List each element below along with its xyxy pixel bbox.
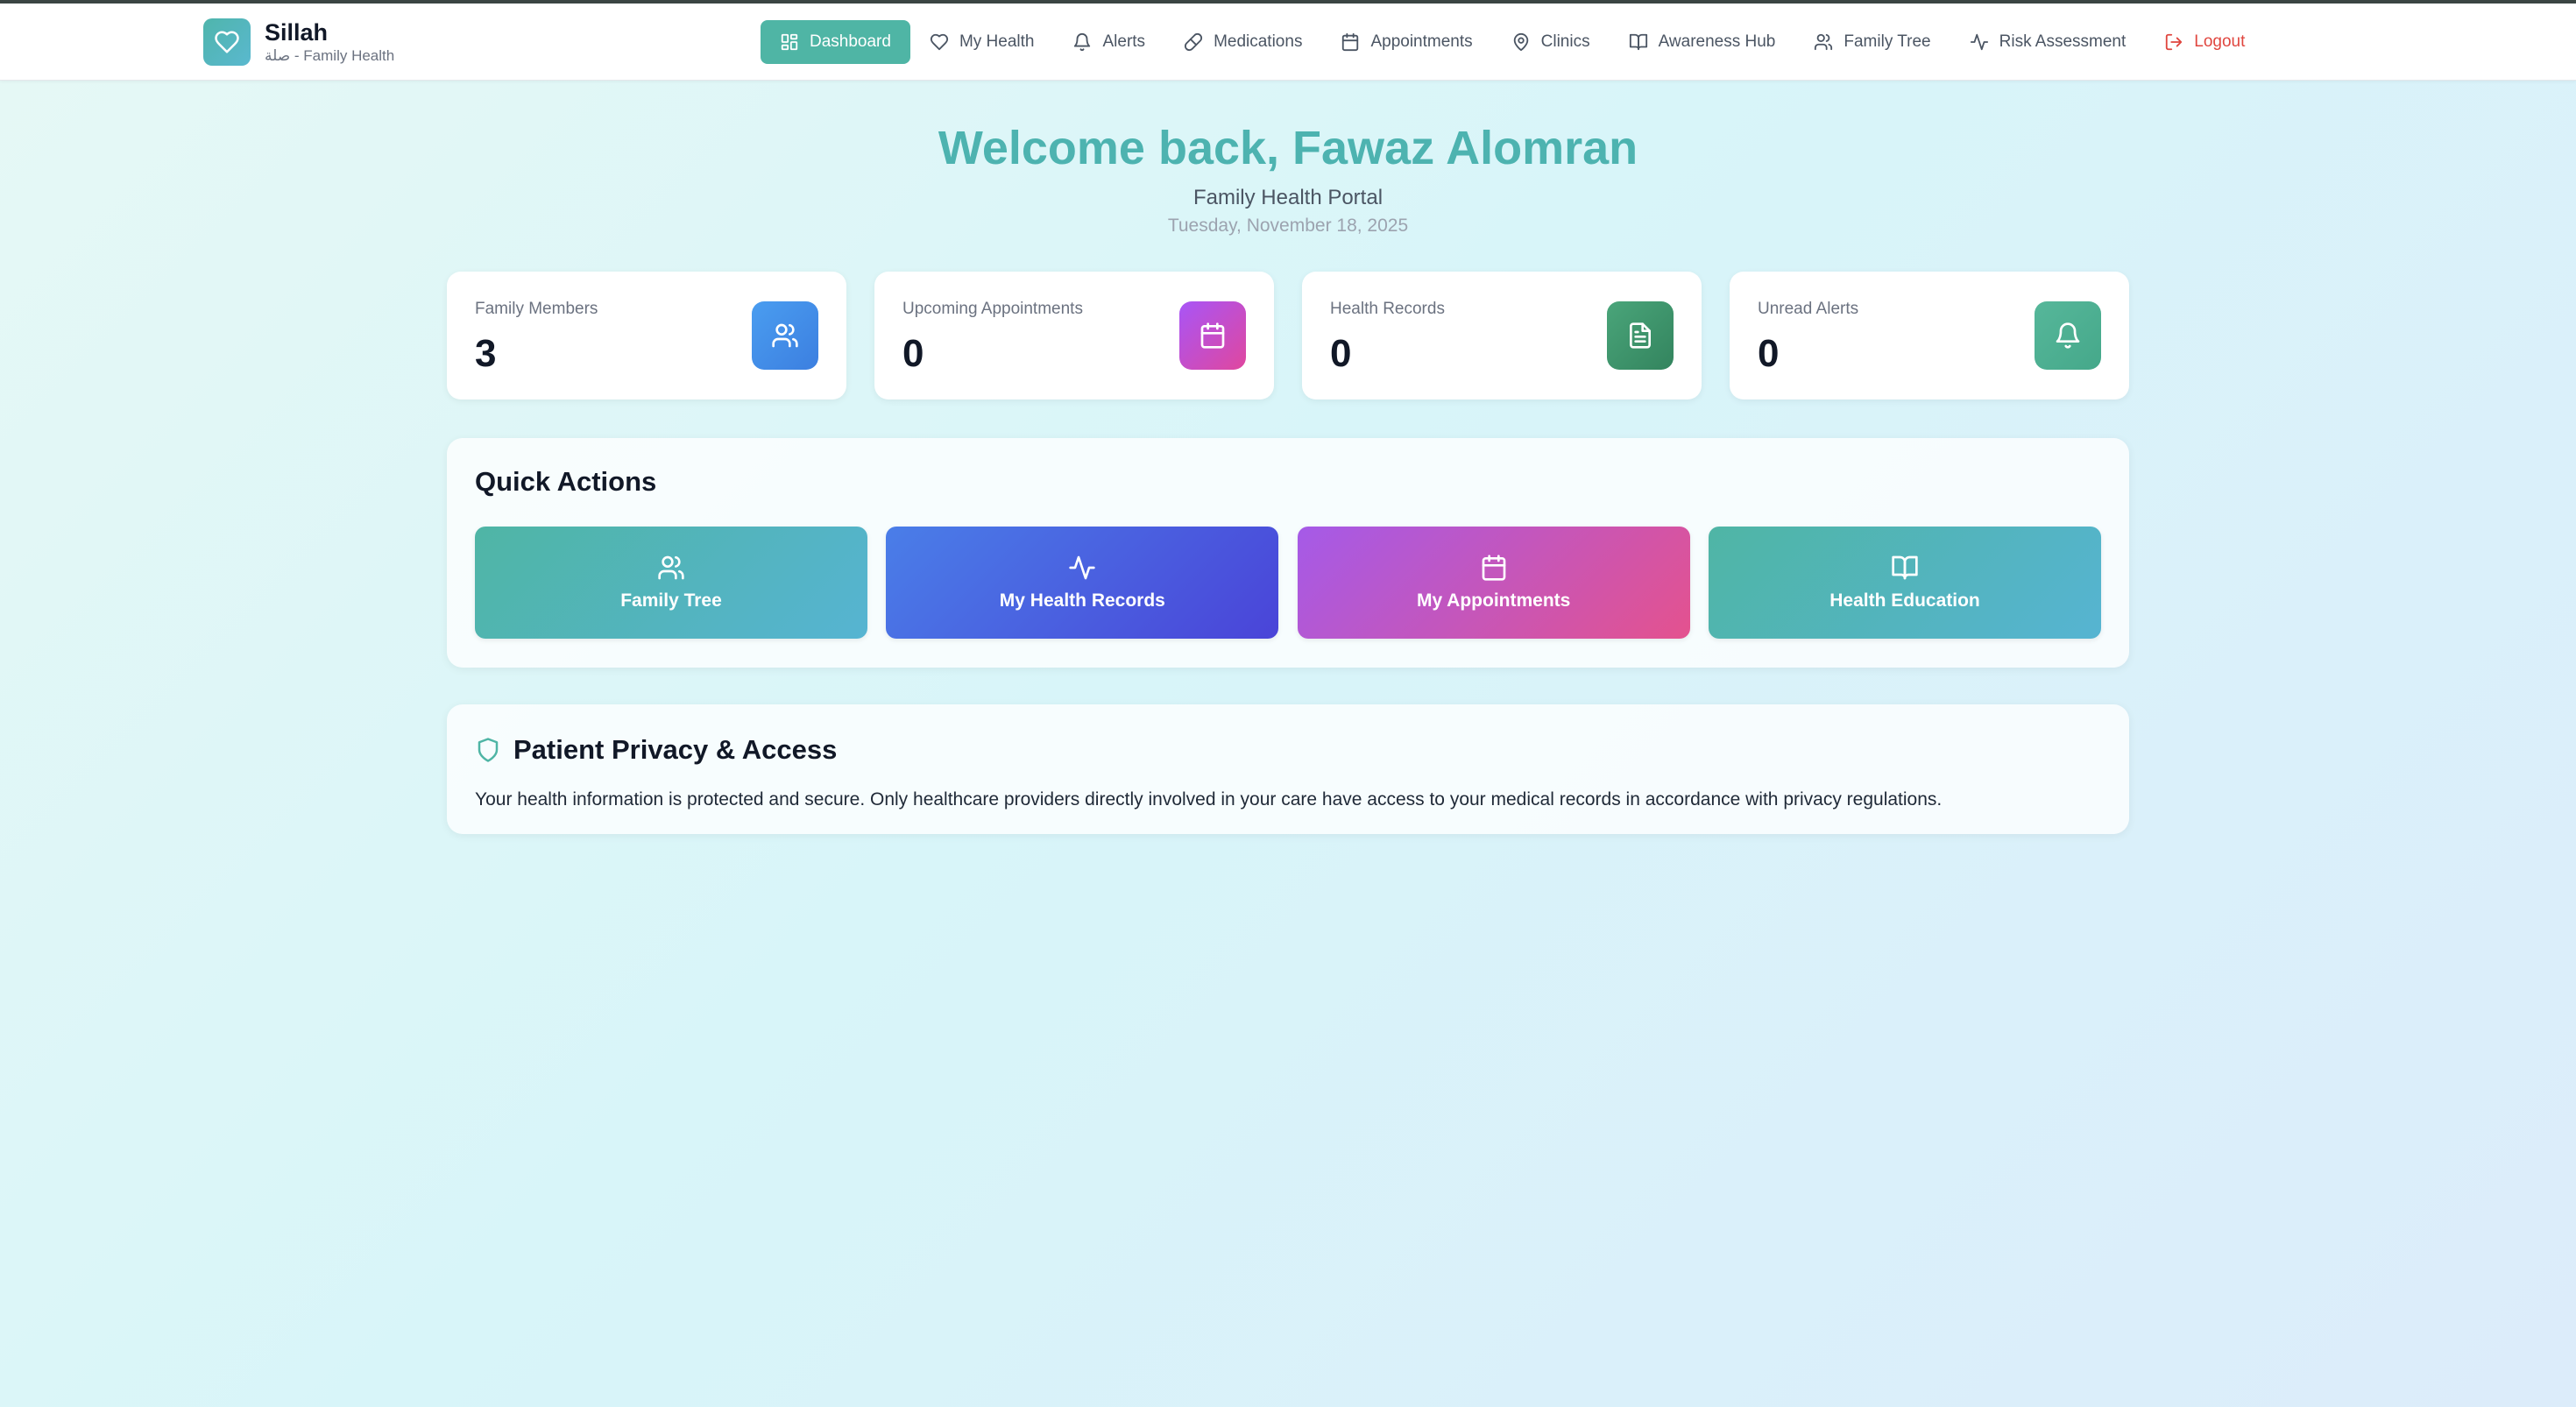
stat-icon-badge (1179, 301, 1246, 370)
map-pin-icon (1513, 32, 1528, 52)
nav-medications[interactable]: Medications (1164, 20, 1321, 64)
nav-my-health[interactable]: My Health (910, 20, 1054, 64)
stat-label: Unread Alerts (1758, 300, 1859, 318)
activity-icon (1970, 33, 1988, 51)
stat-label: Health Records (1330, 300, 1445, 318)
heart-icon (930, 33, 949, 51)
quick-actions-title: Quick Actions (475, 466, 657, 497)
nav-risk-assessment-label: Risk Assessment (1999, 32, 2127, 51)
nav-appointments-label: Appointments (1370, 32, 1473, 51)
current-date: Tuesday, November 18, 2025 (1167, 216, 1409, 236)
nav-clinics[interactable]: Clinics (1492, 20, 1610, 64)
my-health-records-button[interactable]: My Health Records (886, 527, 1279, 639)
stat-value: 3 (475, 332, 497, 375)
health-education-button[interactable]: Health Education (1708, 527, 2101, 639)
bell-icon (2056, 322, 2080, 349)
main-nav: Dashboard My Health Alerts Medications A… (761, 20, 2264, 64)
stat-value: 0 (1758, 332, 1780, 375)
privacy-card: Patient Privacy & Access Your health inf… (447, 704, 2129, 834)
stat-value: 0 (1330, 332, 1352, 375)
heart-icon (215, 31, 239, 53)
privacy-text: Your health information is protected and… (475, 789, 1943, 810)
calendar-icon (1200, 322, 1225, 349)
stat-icon-badge (1607, 301, 1674, 370)
nav-logout-label: Logout (2194, 32, 2246, 51)
stat-card-upcoming-appointments: Upcoming Appointments 0 (874, 272, 1274, 399)
stat-label: Upcoming Appointments (902, 300, 1083, 318)
welcome-section: Welcome back, Fawaz Alomran Family Healt… (0, 116, 2576, 238)
nav-alerts-label: Alerts (1102, 32, 1146, 51)
quick-actions-card: Quick Actions Family Tree My Health Reco… (447, 438, 2129, 668)
nav-dashboard[interactable]: Dashboard (761, 20, 910, 64)
brand-logo (203, 18, 251, 66)
nav-family-tree[interactable]: Family Tree (1794, 20, 1950, 64)
stat-card-family-members: Family Members 3 (447, 272, 846, 399)
brand-subtitle: صلة - Family Health (265, 47, 395, 64)
stat-label: Family Members (475, 300, 598, 318)
stat-value: 0 (902, 332, 924, 375)
stats-row: Family Members 3 Upcoming Appointments 0… (447, 272, 2129, 399)
family-tree-button[interactable]: Family Tree (475, 527, 867, 639)
shield-icon (478, 738, 499, 762)
users-icon (1815, 33, 1833, 51)
family-tree-button-label: Family Tree (620, 590, 722, 611)
calendar-icon (1482, 555, 1505, 581)
nav-appointments[interactable]: Appointments (1321, 20, 1491, 64)
brand[interactable]: Sillah صلة - Family Health (203, 18, 394, 66)
file-icon (1630, 322, 1651, 349)
calendar-icon (1342, 32, 1359, 52)
portal-subtitle: Family Health Portal (1192, 186, 1384, 209)
stat-icon-badge (752, 301, 818, 370)
logout-icon (2166, 33, 2183, 51)
nav-clinics-label: Clinics (1540, 32, 1590, 51)
dashboard-icon (781, 33, 798, 51)
my-appointments-button-label: My Appointments (1416, 590, 1571, 611)
brand-name: Sillah (265, 19, 329, 46)
book-icon (1629, 33, 1647, 51)
welcome-title: Welcome back, Fawaz Alomran (938, 122, 1638, 174)
nav-my-health-label: My Health (959, 32, 1035, 51)
top-navbar: Sillah صلة - Family Health Dashboard My … (0, 4, 2576, 81)
nav-logout[interactable]: Logout (2145, 20, 2264, 64)
nav-dashboard-label: Dashboard (810, 32, 891, 51)
my-health-records-button-label: My Health Records (999, 590, 1165, 611)
pill-icon (1185, 32, 1203, 52)
privacy-title: Patient Privacy & Access (513, 734, 838, 765)
stat-icon-badge (2035, 301, 2101, 370)
users-icon (658, 555, 684, 580)
nav-awareness-hub[interactable]: Awareness Hub (1610, 20, 1795, 64)
bell-icon (1074, 33, 1091, 52)
my-appointments-button[interactable]: My Appointments (1297, 527, 1690, 639)
book-icon (1892, 555, 1918, 580)
quick-actions-buttons: Family Tree My Health Records My Appoint… (475, 527, 2101, 639)
stat-card-unread-alerts: Unread Alerts 0 (1730, 272, 2129, 399)
stat-card-health-records: Health Records 0 (1302, 272, 1702, 399)
nav-family-tree-label: Family Tree (1844, 32, 1931, 51)
users-icon (772, 323, 798, 348)
nav-risk-assessment[interactable]: Risk Assessment (1950, 20, 2146, 64)
nav-awareness-hub-label: Awareness Hub (1658, 32, 1776, 51)
activity-icon (1069, 555, 1095, 580)
health-education-button-label: Health Education (1829, 590, 1980, 611)
nav-alerts[interactable]: Alerts (1053, 20, 1164, 64)
privacy-header: Patient Privacy & Access (475, 731, 837, 769)
nav-medications-label: Medications (1214, 32, 1303, 51)
